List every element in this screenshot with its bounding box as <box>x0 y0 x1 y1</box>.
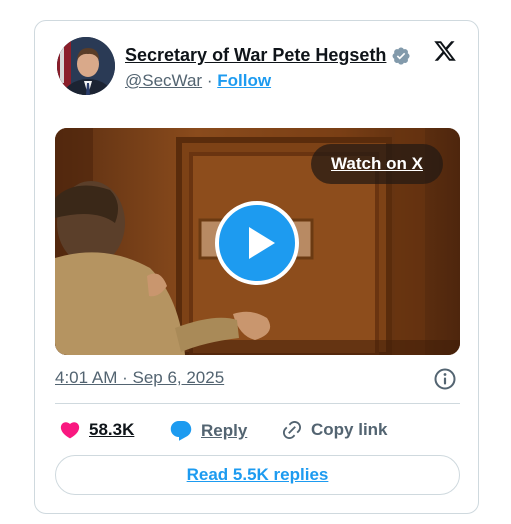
watch-on-x-button[interactable]: Watch on X <box>311 144 443 184</box>
author-row: Secretary of War Pete Hegseth <box>125 45 411 66</box>
video-player[interactable]: Watch on X <box>55 128 460 355</box>
author-handle[interactable]: @SecWar <box>125 71 202 90</box>
reply-bubble-icon <box>170 421 192 441</box>
separator: · <box>206 71 213 90</box>
reply-button[interactable]: Reply <box>169 419 247 443</box>
reply-label: Reply <box>201 421 248 440</box>
tweet-card: Secretary of War Pete Hegseth @SecWar · … <box>34 20 479 514</box>
read-replies-button[interactable]: Read 5.5K replies <box>55 455 460 495</box>
verified-badge-icon <box>392 47 410 65</box>
like-count: 58.3K <box>89 420 135 439</box>
heart-icon <box>60 422 80 439</box>
like-button[interactable]: 58.3K <box>59 419 134 441</box>
play-button[interactable] <box>215 201 299 285</box>
divider <box>55 403 460 404</box>
handle-row: @SecWar · Follow <box>125 71 271 91</box>
avatar[interactable] <box>57 37 115 95</box>
link-icon <box>282 420 302 440</box>
x-logo-icon[interactable] <box>433 39 457 63</box>
timestamp-link[interactable]: 4:01 AM · Sep 6, 2025 <box>55 368 224 388</box>
author-name[interactable]: Secretary of War Pete Hegseth <box>125 45 386 66</box>
follow-button[interactable]: Follow <box>217 71 271 90</box>
play-icon <box>249 227 275 259</box>
copy-link-button[interactable]: Copy link <box>281 419 388 441</box>
info-icon[interactable] <box>433 367 457 391</box>
copy-link-label: Copy link <box>311 420 388 439</box>
